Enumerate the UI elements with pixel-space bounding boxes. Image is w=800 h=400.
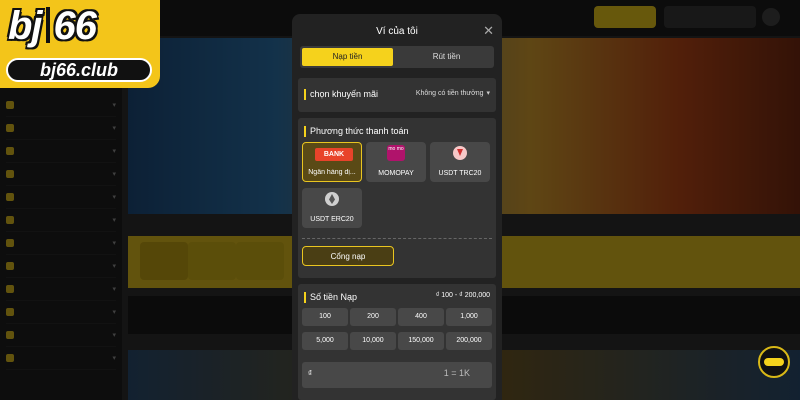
- sidebar-item[interactable]: ▾: [6, 232, 116, 255]
- promo-selected-value: Không có tiền thưởng: [415, 90, 484, 97]
- amount-label: Số tiền Nạp: [304, 292, 357, 303]
- amount-preset[interactable]: 400: [398, 308, 444, 326]
- logo-domain: bj66.club: [6, 58, 152, 82]
- amount-preset[interactable]: 200: [350, 308, 396, 326]
- sidebar-item[interactable]: ▾: [6, 278, 116, 301]
- login-button[interactable]: [594, 6, 656, 28]
- category-tab[interactable]: [140, 242, 188, 280]
- momo-icon: mo mo: [387, 145, 405, 161]
- wallet-tabs: Nạp tiền Rút tiền: [300, 46, 494, 68]
- sidebar-item[interactable]: ▾: [6, 324, 116, 347]
- promo-label: chọn khuyến mãi: [304, 89, 378, 100]
- divider: [302, 238, 492, 239]
- support-headset-icon[interactable]: [758, 346, 790, 378]
- sidebar-item[interactable]: ▾: [6, 94, 116, 117]
- method-label: USDT TRC20: [438, 170, 482, 177]
- method-label: Ngân hàng dị...: [308, 169, 356, 176]
- amount-preset[interactable]: 200,000: [446, 332, 492, 350]
- close-icon[interactable]: ✕: [483, 23, 494, 39]
- method-label: MOMOPAY: [378, 170, 414, 177]
- promo-select[interactable]: Không có tiền thưởng ▾: [416, 89, 490, 97]
- method-label: USDT ERC20: [310, 216, 354, 223]
- sidebar-item[interactable]: ▾: [6, 347, 116, 370]
- amount-panel: Số tiền Nạp ₫ 100 - ₫ 200,000 100 200 40…: [298, 284, 496, 400]
- site-logo[interactable]: bj 66 bj66.club: [0, 0, 160, 88]
- sidebar-item[interactable]: ▾: [6, 117, 116, 140]
- sidebar: ▾ ▾ ▾ ▾ ▾ ▾ ▾ ▾ ▾ ▾ ▾ ▾: [0, 36, 122, 400]
- ethereum-icon: [325, 192, 339, 206]
- sidebar-item[interactable]: ▾: [6, 186, 116, 209]
- currency-symbol: ₫: [308, 369, 313, 378]
- support-badge: [764, 358, 784, 366]
- sidebar-item[interactable]: ▾: [6, 301, 116, 324]
- promo-panel: chọn khuyến mãi Không có tiền thưởng ▾: [298, 78, 496, 112]
- tron-icon: [453, 146, 467, 160]
- tab-deposit[interactable]: Nạp tiền: [302, 48, 393, 66]
- category-tab[interactable]: [236, 242, 284, 280]
- amount-range: ₫ 100 - ₫ 200,000: [435, 292, 490, 299]
- amount-preset[interactable]: 100: [302, 308, 348, 326]
- amount-preset[interactable]: 150,000: [398, 332, 444, 350]
- payment-method-panel: Phương thức thanh toán BANK Ngân hàng dị…: [298, 118, 496, 278]
- gateway-button[interactable]: Cổng nạp: [302, 246, 394, 266]
- header-field[interactable]: [664, 6, 756, 28]
- bank-icon: BANK: [315, 148, 353, 161]
- payment-method-label: Phương thức thanh toán: [304, 126, 409, 137]
- logo-wordmark: bj 66: [8, 4, 97, 48]
- method-momopay[interactable]: mo mo MOMOPAY: [366, 142, 426, 182]
- method-usdt-trc20[interactable]: USDT TRC20: [430, 142, 490, 182]
- method-bank[interactable]: BANK Ngân hàng dị...: [302, 142, 362, 182]
- tab-withdraw[interactable]: Rút tiền: [401, 48, 492, 66]
- amount-preset[interactable]: 5,000: [302, 332, 348, 350]
- amount-input[interactable]: ₫ 1 = 1K: [302, 362, 492, 388]
- amount-preset[interactable]: 1,000: [446, 308, 492, 326]
- chevron-down-icon: ▾: [486, 90, 490, 97]
- exchange-rate: 1 = 1K: [443, 368, 470, 378]
- wallet-modal: Ví của tôi ✕ Nạp tiền Rút tiền chọn khuy…: [292, 14, 502, 400]
- method-usdt-erc20[interactable]: USDT ERC20: [302, 188, 362, 228]
- category-tab[interactable]: [188, 242, 236, 280]
- sidebar-item[interactable]: ▾: [6, 209, 116, 232]
- user-icon[interactable]: [762, 8, 780, 26]
- amount-preset[interactable]: 10,000: [350, 332, 396, 350]
- sidebar-item[interactable]: ▾: [6, 163, 116, 186]
- modal-title: Ví của tôi: [376, 26, 418, 37]
- sidebar-item[interactable]: ▾: [6, 255, 116, 278]
- sidebar-item[interactable]: ▾: [6, 140, 116, 163]
